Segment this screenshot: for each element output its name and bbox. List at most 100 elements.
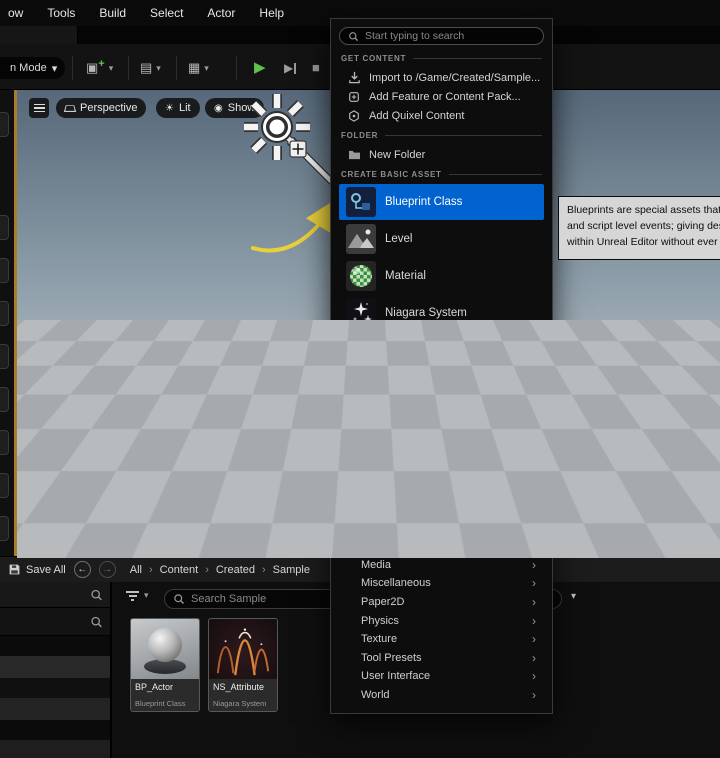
menu-item-foliage[interactable]: Foliage › [339,463,544,482]
menu-item-animation[interactable]: Animation › [339,351,544,370]
menu-search-input[interactable] [365,30,535,42]
stop-button[interactable]: ■ [312,57,320,79]
chevron-right-icon: › [532,539,536,554]
breadcrumb-sample[interactable]: Sample [273,564,310,576]
menu-actor[interactable]: Actor [207,6,235,20]
side-panel-chip[interactable] [0,215,9,240]
list-item[interactable] [0,678,110,698]
asset-name: BP_Actor [135,682,174,692]
section-create-basic-asset: CREATE BASIC ASSET [341,168,542,181]
breadcrumb-created[interactable]: Created [216,564,255,576]
menu-select[interactable]: Select [150,6,183,20]
menu-item-miscellaneous[interactable]: Miscellaneous › [339,574,544,593]
menu-item-cinematics[interactable]: Cinematics › [339,425,544,444]
list-item[interactable] [0,656,110,678]
side-panel-chip[interactable] [0,112,9,137]
breadcrumb-all[interactable]: All [130,564,142,576]
skip-button[interactable]: ▶ [284,57,297,79]
asset-type: Blueprint Class [135,699,186,708]
menu-item-material-advanced[interactable]: Material › [339,537,544,556]
breadcrumb-content[interactable]: Content [160,564,199,576]
selection-mode-dropdown[interactable]: n Mode ▾ [0,57,66,79]
asset-type: Niagara System [213,699,267,708]
filters-button[interactable]: ▾ [126,590,149,601]
chevron-right-icon: › [532,520,536,535]
menu-item-new-folder[interactable]: New Folder [339,145,544,164]
save-all-label: Save All [26,563,66,576]
chevron-right-icon: › [532,669,536,684]
mode-label: n Mode [10,62,47,74]
side-panel-chip[interactable] [0,516,9,541]
menu-item-artificial-intelligence[interactable]: Artificial Intelligence › [339,370,544,389]
menu-item-blueprint-class[interactable]: Blueprint Class [339,184,544,220]
list-item[interactable] [0,698,110,720]
side-panel-chip[interactable] [0,387,9,412]
menu-item-audio[interactable]: Audio › [339,388,544,407]
menu-item-editor-utilities[interactable]: Editor Utilities › [339,444,544,463]
filters-header[interactable] [0,608,110,636]
menu-item-gameplay[interactable]: Gameplay › [339,500,544,519]
menu-item-tool-presets[interactable]: Tool Presets › [339,649,544,668]
menu-item-blueprint[interactable]: Blueprint › [339,407,544,426]
chevron-down-icon: ▾ [204,62,209,73]
level-icon [346,224,376,254]
blueprints-button[interactable]: ▤ ▾ [140,57,161,79]
menu-window[interactable]: ow [8,6,23,20]
side-panel-chip[interactable] [0,430,9,455]
chevron-down-icon: ▾ [51,62,58,75]
cinematics-button[interactable]: ▦ ▾ [188,57,209,79]
side-panel-chip[interactable] [0,258,9,283]
floppy-icon [9,564,20,575]
menu-item-input[interactable]: Input › [339,518,544,537]
menu-item-add-feature[interactable]: Add Feature or Content Pack... [339,87,544,106]
perspective-dropdown[interactable]: Perspective [56,98,147,118]
chevron-right-icon: › [532,371,536,386]
menu-item-niagara-system[interactable]: Niagara System [339,295,544,331]
search-icon[interactable] [90,615,103,628]
search-icon [349,31,359,41]
section-get-content: GET CONTENT [341,52,542,65]
back-button[interactable]: ← [73,561,91,578]
sources-header[interactable] [0,582,110,608]
menu-build[interactable]: Build [99,6,126,20]
level-tab[interactable] [0,26,78,44]
menu-item-paper2d[interactable]: Paper2D › [339,593,544,612]
menu-item-level[interactable]: Level [339,221,544,257]
view-options-chevron[interactable]: ▾ [571,591,576,602]
chevron-down-icon: ▾ [108,62,114,73]
play-button[interactable]: ▶ [254,57,266,79]
menu-item-texture[interactable]: Texture › [339,630,544,649]
menu-item-import[interactable]: Import to /Game/Created/Sample... [339,68,544,87]
lit-dropdown[interactable]: ☀ Lit [156,98,200,118]
lightbulb-icon: ☀ [165,102,174,114]
bp-actor-thumbnail [131,619,199,679]
forward-button[interactable]: → [98,561,116,578]
search-icon[interactable] [90,588,103,601]
menu-item-physics[interactable]: Physics › [339,611,544,630]
asset-label: NS_Attribute Niagara System [209,679,277,711]
menu-item-add-quixel[interactable]: Add Quixel Content [339,106,544,125]
list-item[interactable] [0,720,110,740]
menu-item-fx[interactable]: FX › [339,481,544,500]
side-panel-chip[interactable] [0,344,9,369]
menu-item-media[interactable]: Media › [339,556,544,575]
save-all-button[interactable]: Save All [8,563,66,576]
menu-item-world[interactable]: World › [339,686,544,705]
viewport-options-button[interactable] [29,98,49,118]
asset-tile-bp-actor[interactable]: BP_Actor Blueprint Class [130,618,200,712]
add-content-button[interactable]: ▣ + ▾ [86,57,113,79]
import-icon [347,71,361,84]
menu-item-user-interface[interactable]: User Interface › [339,667,544,686]
menu-item-material[interactable]: Material [339,258,544,294]
list-item[interactable] [0,740,110,758]
folder-icon [347,149,361,160]
chevron-down-icon: ▾ [156,62,161,73]
chevron-right-icon: › [532,409,536,424]
ns-attribute-thumbnail [209,619,277,679]
list-item[interactable] [0,636,110,656]
menu-tools[interactable]: Tools [47,6,75,20]
menu-help[interactable]: Help [259,6,284,20]
side-panel-chip[interactable] [0,473,9,498]
asset-tile-ns-attribute[interactable]: NS_Attribute Niagara System [208,618,278,712]
side-panel-chip[interactable] [0,301,9,326]
